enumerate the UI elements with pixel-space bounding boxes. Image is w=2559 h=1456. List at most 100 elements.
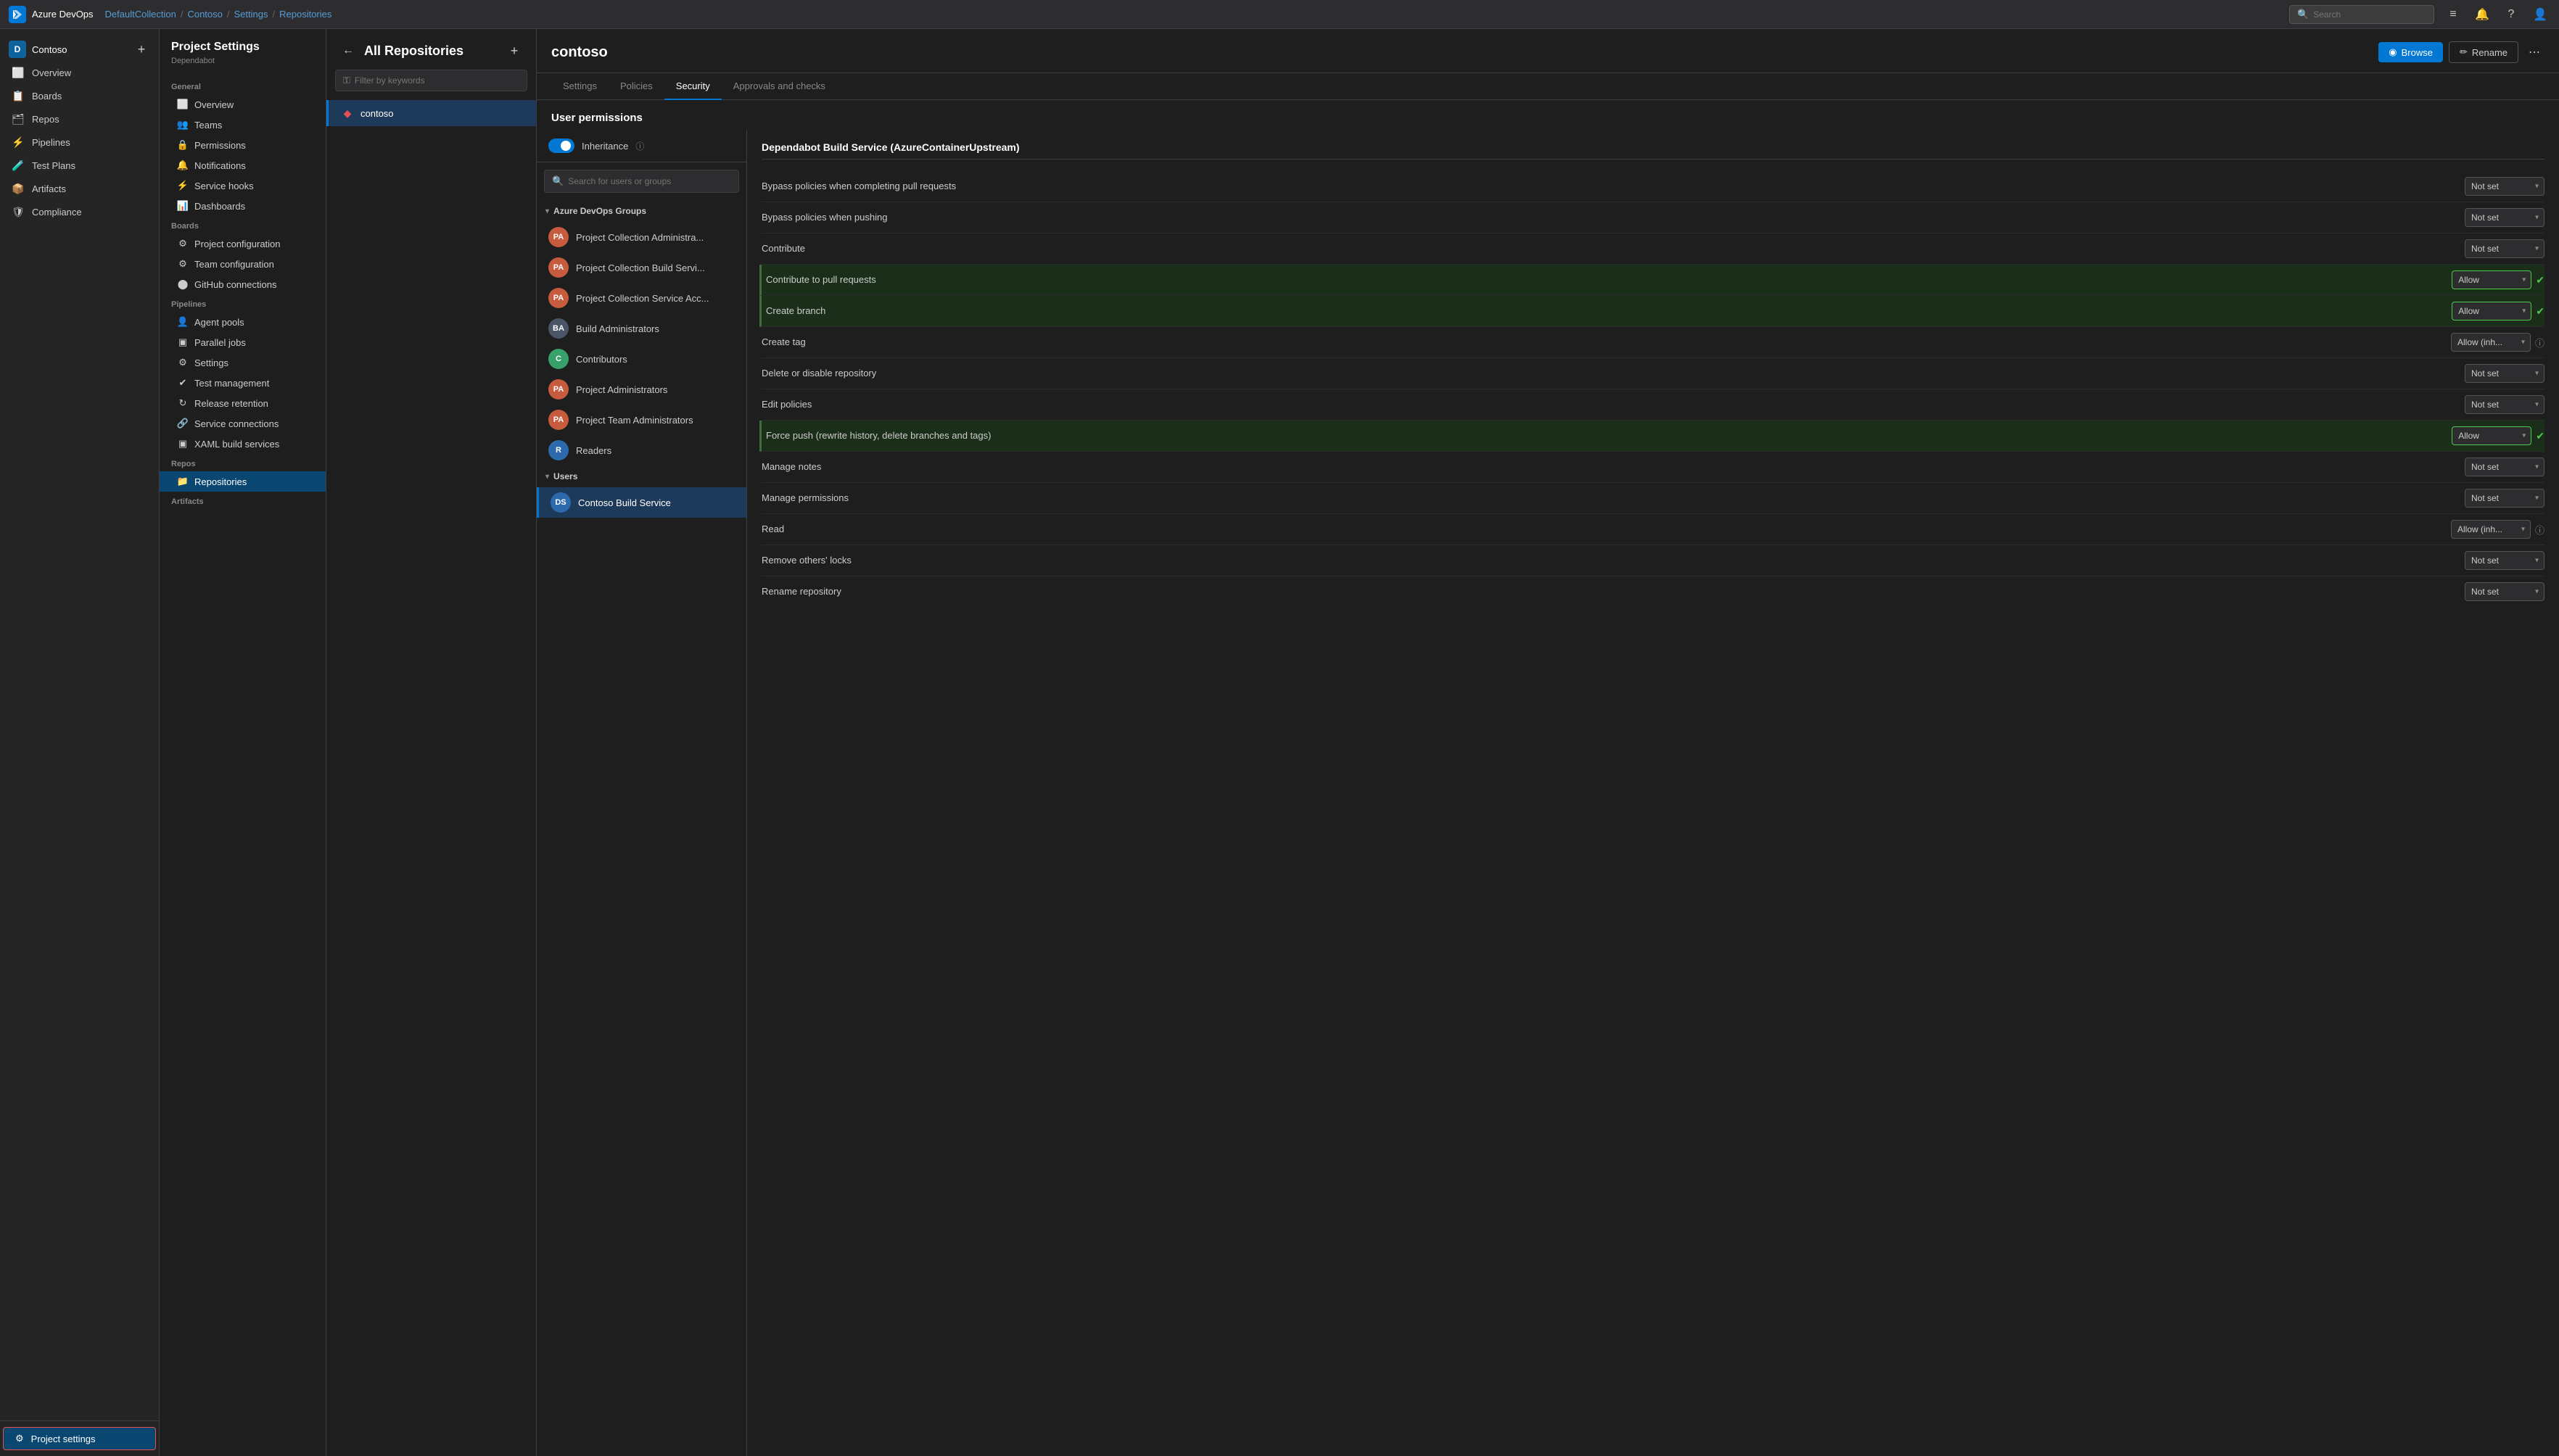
settings-item-overview[interactable]: ⬜Overview bbox=[160, 94, 326, 115]
group-name-7: Readers bbox=[576, 445, 611, 456]
sidebar-item-artifacts[interactable]: 📦 Artifacts bbox=[0, 177, 159, 200]
breadcrumb-item-0[interactable]: DefaultCollection bbox=[105, 9, 176, 20]
perm-select-8[interactable]: Not setAllowDeny bbox=[2452, 426, 2531, 445]
perm-select-11[interactable]: Not setAllowDenyAllow (inh... bbox=[2451, 520, 2531, 539]
project-settings-item[interactable]: ⚙ Project settings bbox=[3, 1427, 156, 1450]
settings-item-dashboards[interactable]: 📊Dashboards bbox=[160, 196, 326, 216]
perm-select-12[interactable]: Not setAllowDeny bbox=[2465, 551, 2544, 570]
tab-settings[interactable]: Settings bbox=[551, 73, 609, 100]
search-users-icon: 🔍 bbox=[552, 175, 564, 187]
repos-back-button[interactable]: ← bbox=[338, 41, 358, 61]
repos-panel-title: All Repositories bbox=[364, 44, 463, 59]
settings-section-general: General bbox=[160, 77, 326, 94]
groups-section-header[interactable]: ▾ Azure DevOps Groups bbox=[537, 200, 746, 222]
group-avatar-3: BA bbox=[548, 318, 569, 339]
perm-row-13: Rename repository Not setAllowDeny bbox=[762, 576, 2544, 607]
breadcrumb-item-2[interactable]: Settings bbox=[234, 9, 268, 20]
perm-select-3[interactable]: Not setAllowDeny bbox=[2452, 270, 2531, 289]
perm-select-13[interactable]: Not setAllowDeny bbox=[2465, 582, 2544, 601]
group-item-7[interactable]: R Readers bbox=[537, 435, 746, 466]
repos-filter[interactable]: ⚿ bbox=[335, 70, 527, 91]
users-section-header[interactable]: ▾ Users bbox=[537, 466, 746, 487]
help-icon[interactable]: ? bbox=[2501, 4, 2521, 25]
perm-row-9: Manage notes Not setAllowDeny bbox=[762, 452, 2544, 483]
repo-item-contoso[interactable]: ◆ contoso bbox=[326, 100, 536, 126]
repos-icon: 🗂 bbox=[12, 112, 25, 125]
perm-select-10[interactable]: Not setAllowDeny bbox=[2465, 489, 2544, 508]
rename-button[interactable]: ✏ Rename bbox=[2449, 41, 2518, 63]
perm-select-7[interactable]: Not setAllowDeny bbox=[2465, 395, 2544, 414]
perm-select-1[interactable]: Not setAllowDeny bbox=[2465, 208, 2544, 227]
add-project-button[interactable]: + bbox=[133, 41, 150, 58]
settings-item-project-config[interactable]: ⚙Project configuration bbox=[160, 233, 326, 254]
group-item-3[interactable]: BA Build Administrators bbox=[537, 313, 746, 344]
tab-security[interactable]: Security bbox=[664, 73, 722, 100]
settings-item-repositories[interactable]: 📁Repositories bbox=[160, 471, 326, 492]
group-item-2[interactable]: PA Project Collection Service Acc... bbox=[537, 283, 746, 313]
group-item-6[interactable]: PA Project Team Administrators bbox=[537, 405, 746, 435]
perm-row-11: Read Not setAllowDenyAllow (inh... ⓘ bbox=[762, 514, 2544, 545]
breadcrumb: DefaultCollection / Contoso / Settings /… bbox=[105, 9, 332, 20]
perm-select-6[interactable]: Not setAllowDeny bbox=[2465, 364, 2544, 383]
release-retention-icon: ↻ bbox=[177, 397, 189, 409]
search-users-input[interactable] bbox=[568, 176, 731, 186]
settings-item-release-retention[interactable]: ↻Release retention bbox=[160, 393, 326, 413]
perm-select-5[interactable]: Not setAllowDenyAllow (inh... bbox=[2451, 333, 2531, 352]
sidebar-item-overview[interactable]: ⬜ Overview bbox=[0, 61, 159, 84]
group-item-1[interactable]: PA Project Collection Build Servi... bbox=[537, 252, 746, 283]
group-name-5: Project Administrators bbox=[576, 384, 667, 395]
inheritance-toggle[interactable] bbox=[548, 138, 574, 153]
breadcrumb-item-1[interactable]: Contoso bbox=[187, 9, 222, 20]
settings-item-notifications[interactable]: 🔔Notifications bbox=[160, 155, 326, 175]
perm-select-4[interactable]: Not setAllowDeny bbox=[2452, 302, 2531, 320]
settings-item-agent-pools[interactable]: 👤Agent pools bbox=[160, 312, 326, 332]
perm-select-0[interactable]: Not setAllowDeny bbox=[2465, 177, 2544, 196]
perm-select-2[interactable]: Not setAllowDeny bbox=[2465, 239, 2544, 258]
tab-approvals[interactable]: Approvals and checks bbox=[722, 73, 837, 100]
inheritance-info-icon[interactable]: ⓘ bbox=[635, 140, 644, 152]
add-repo-button[interactable]: + bbox=[504, 41, 524, 61]
sidebar-item-testplans[interactable]: 🧪 Test Plans bbox=[0, 154, 159, 177]
perm-select-wrap-11: Not setAllowDenyAllow (inh... bbox=[2451, 520, 2531, 539]
app-logo[interactable]: Azure DevOps bbox=[9, 6, 94, 23]
perm-select-wrap-13: Not setAllowDeny bbox=[2465, 582, 2544, 601]
settings-item-pipeline-settings[interactable]: ⚙Settings bbox=[160, 352, 326, 373]
settings-item-teams[interactable]: 👥Teams bbox=[160, 115, 326, 135]
group-avatar-7: R bbox=[548, 440, 569, 460]
bell-icon[interactable]: 🔔 bbox=[2472, 4, 2492, 25]
settings-item-github[interactable]: ⬤GitHub connections bbox=[160, 274, 326, 294]
settings-item-service-connections[interactable]: 🔗Service connections bbox=[160, 413, 326, 434]
perm-select-9[interactable]: Not setAllowDeny bbox=[2465, 458, 2544, 476]
settings-item-team-config[interactable]: ⚙Team configuration bbox=[160, 254, 326, 274]
sidebar-item-pipelines[interactable]: ⚡ Pipelines bbox=[0, 131, 159, 154]
sidebar-header: D Contoso + bbox=[0, 29, 159, 61]
more-actions-button[interactable]: ⋯ bbox=[2524, 41, 2544, 64]
breadcrumb-item-3[interactable]: Repositories bbox=[279, 9, 331, 20]
perm-select-wrap-1: Not setAllowDeny bbox=[2465, 208, 2544, 227]
settings-item-xaml[interactable]: ▣XAML build services bbox=[160, 434, 326, 454]
perm-name-0: Bypass policies when completing pull req… bbox=[762, 180, 2465, 193]
list-icon[interactable]: ≡ bbox=[2443, 4, 2463, 25]
settings-item-permissions[interactable]: 🔒Permissions bbox=[160, 135, 326, 155]
settings-item-service-hooks[interactable]: ⚡Service hooks bbox=[160, 175, 326, 196]
group-item-0[interactable]: PA Project Collection Administra... bbox=[537, 222, 746, 252]
project-avatar: D bbox=[9, 41, 26, 58]
user-item-0[interactable]: DS Contoso Build Service bbox=[537, 487, 746, 518]
perm-select-wrap-2: Not setAllowDeny bbox=[2465, 239, 2544, 258]
settings-item-test-management[interactable]: ✔Test management bbox=[160, 373, 326, 393]
search-input[interactable] bbox=[2313, 9, 2426, 20]
sidebar-item-label-testplans: Test Plans bbox=[32, 160, 75, 171]
user-icon[interactable]: 👤 bbox=[2530, 4, 2550, 25]
nav-bottom: ⚙ Project settings bbox=[0, 1420, 159, 1456]
group-item-4[interactable]: C Contributors bbox=[537, 344, 746, 374]
global-search[interactable]: 🔍 bbox=[2289, 5, 2434, 24]
browse-button[interactable]: ◉ Browse bbox=[2378, 42, 2443, 62]
settings-item-parallel-jobs[interactable]: ▣Parallel jobs bbox=[160, 332, 326, 352]
tab-policies[interactable]: Policies bbox=[609, 73, 664, 100]
users-search[interactable]: 🔍 bbox=[544, 170, 739, 193]
sidebar-item-compliance[interactable]: 🛡 Compliance bbox=[0, 200, 159, 223]
group-item-5[interactable]: PA Project Administrators bbox=[537, 374, 746, 405]
repos-filter-input[interactable] bbox=[355, 75, 519, 86]
sidebar-item-repos[interactable]: 🗂 Repos bbox=[0, 107, 159, 131]
sidebar-item-boards[interactable]: 📋 Boards bbox=[0, 84, 159, 107]
